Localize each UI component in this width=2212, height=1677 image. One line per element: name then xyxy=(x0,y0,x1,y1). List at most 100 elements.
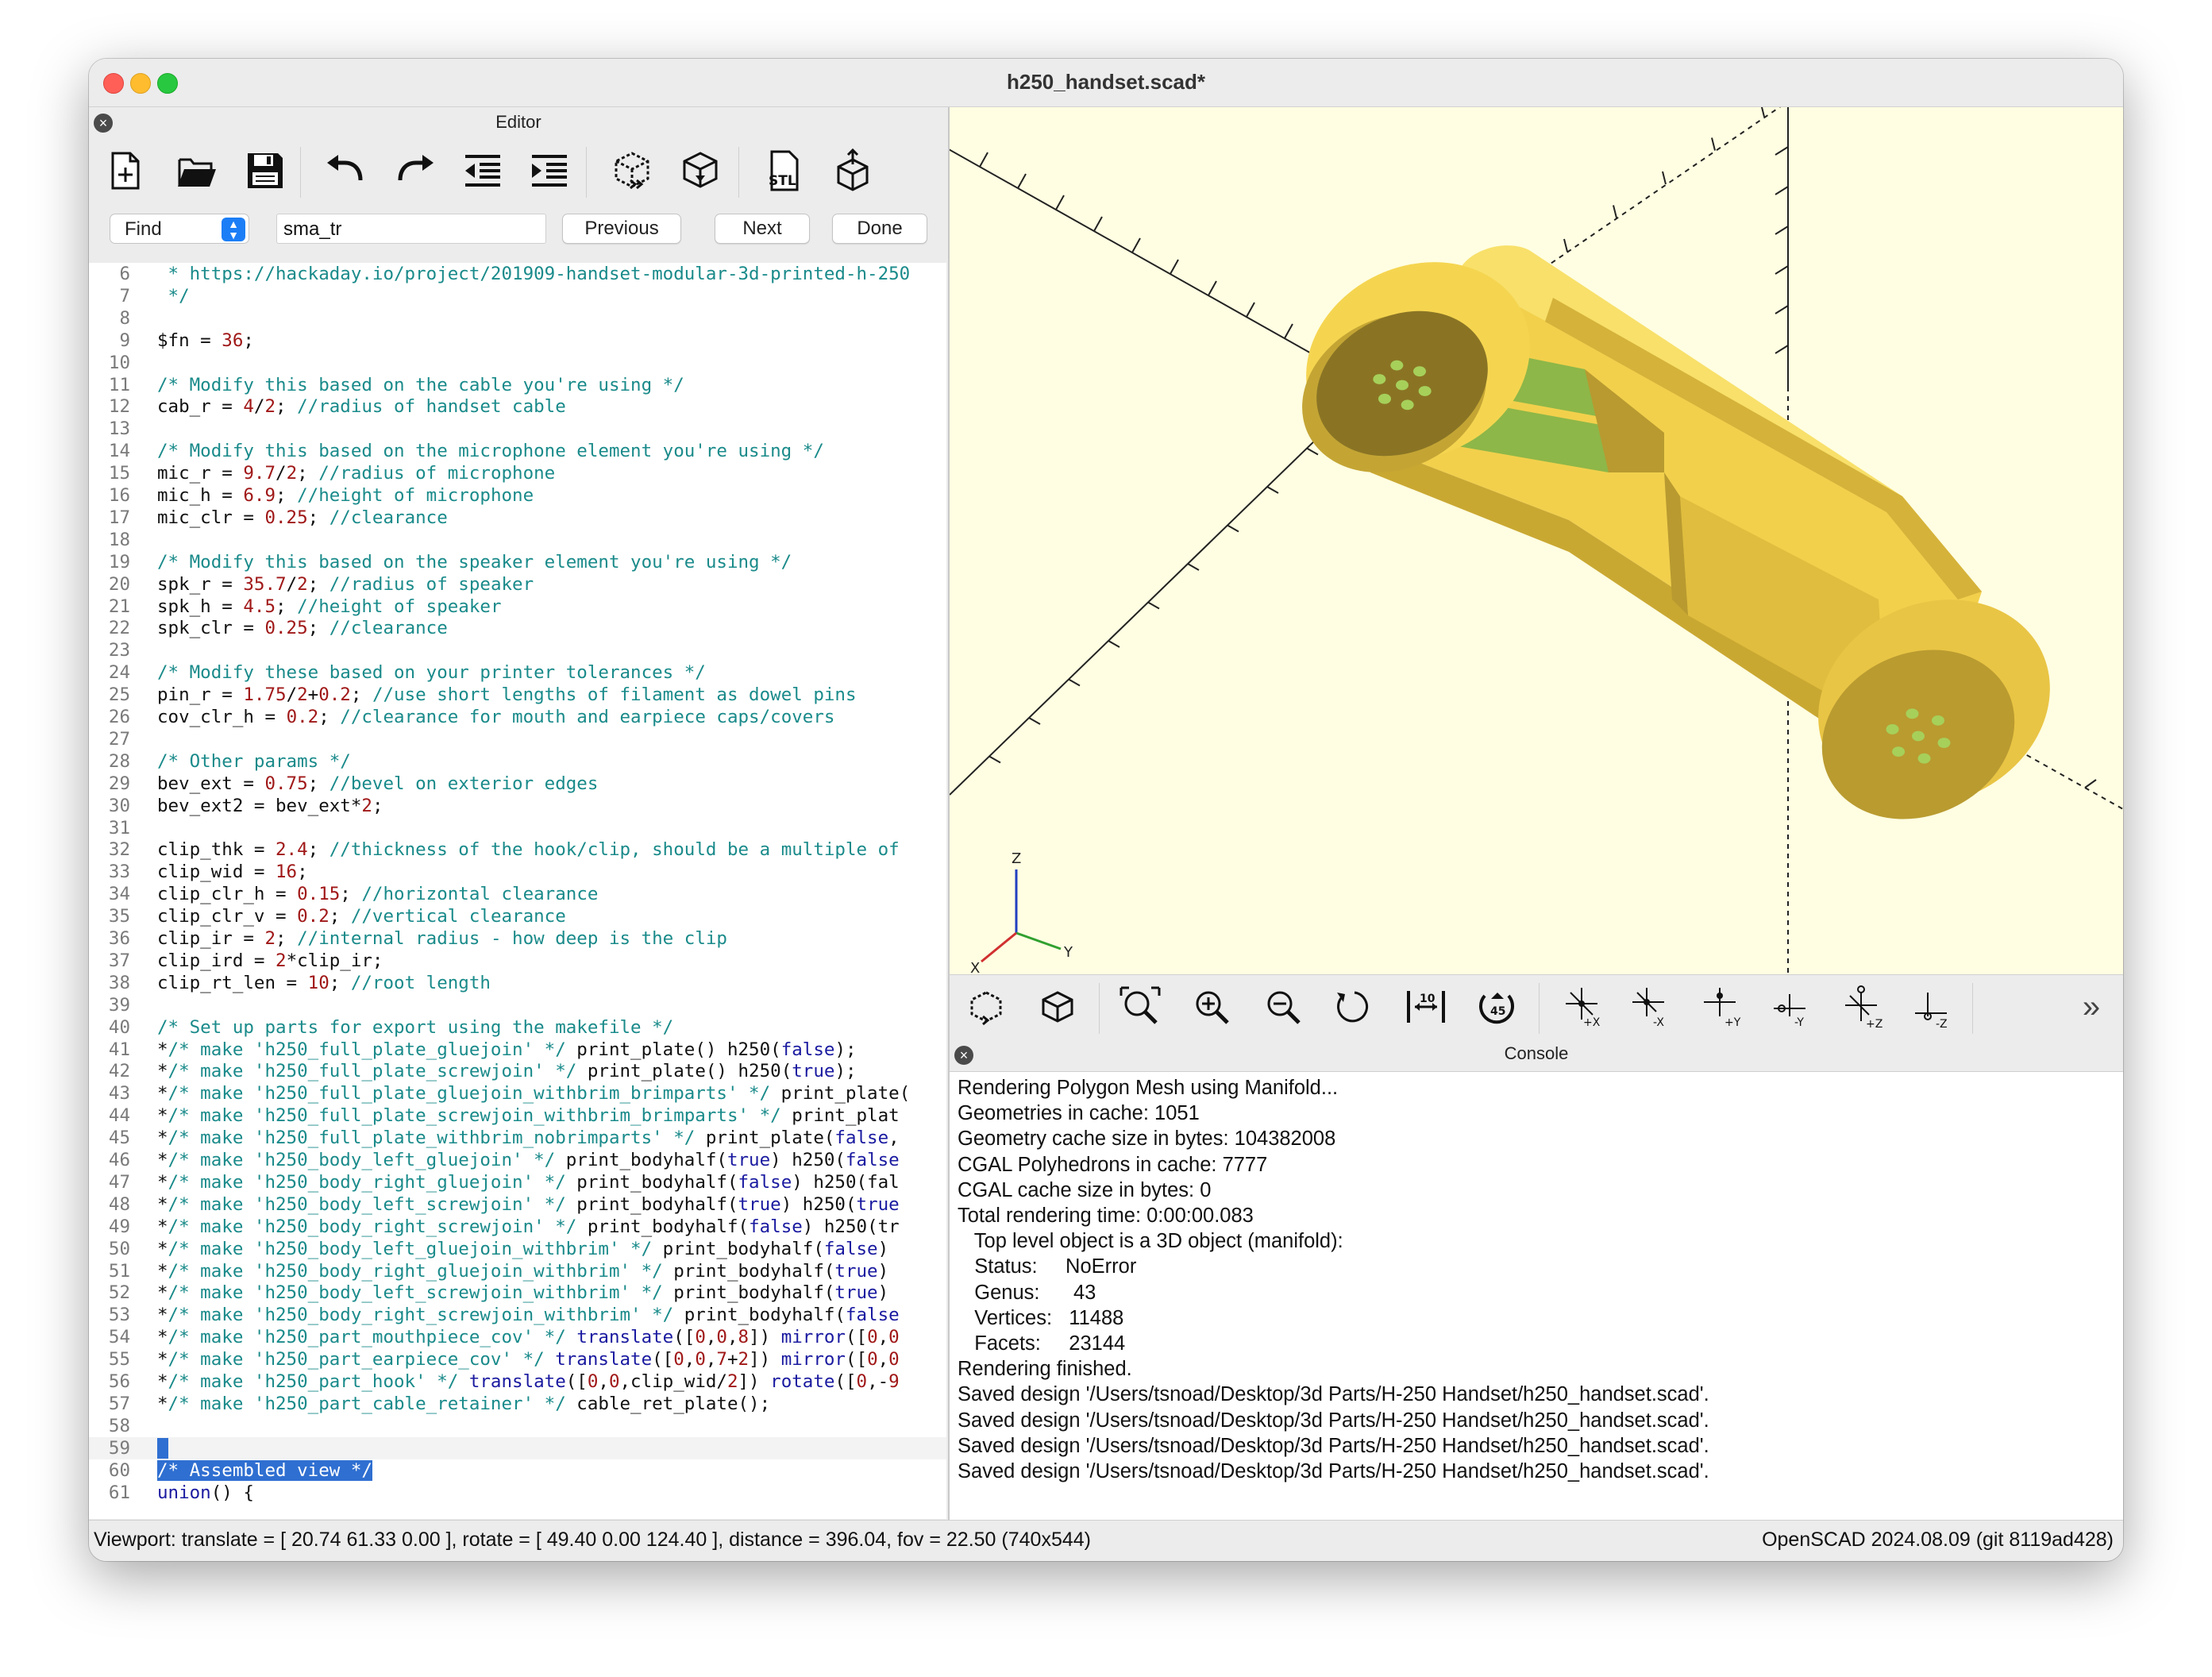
code-line[interactable]: 26 cov_clr_h = 0.2; //clearance for mouth… xyxy=(89,706,946,728)
code-line[interactable]: 43 */* make 'h250_full_plate_gluejoin_wit… xyxy=(89,1082,946,1105)
code-line[interactable]: 57 */* make 'h250_part_cable_retainer' */… xyxy=(89,1393,946,1415)
code-line[interactable]: 17 mic_clr = 0.25; //clearance xyxy=(89,507,946,529)
code-line[interactable]: 39 xyxy=(89,994,946,1016)
code-line[interactable]: 22 spk_clr = 0.25; //clearance xyxy=(89,617,946,639)
code-line[interactable]: 52 */* make 'h250_body_left_screwjoin_wit… xyxy=(89,1282,946,1304)
open-icon[interactable] xyxy=(171,145,222,196)
code-line[interactable]: 48 */* make 'h250_body_left_screwjoin' */… xyxy=(89,1193,946,1216)
line-number: 58 xyxy=(108,1415,130,1436)
code-line[interactable]: 38 clip_rt_len = 10; //root length xyxy=(89,972,946,994)
code-line[interactable]: 12 cab_r = 4/2; //radius of handset cable xyxy=(89,395,946,418)
code-line[interactable]: 37 clip_ird = 2*clip_ir; xyxy=(89,950,946,972)
line-number: 44 xyxy=(108,1105,130,1127)
code-line[interactable]: 19 /* Modify this based on the speaker el… xyxy=(89,551,946,573)
line-number: 35 xyxy=(108,906,130,927)
code-line[interactable]: 29 bev_ext = 0.75; //bevel on exterior ed… xyxy=(89,773,946,795)
code-line[interactable]: 41 */* make 'h250_full_plate_gluejoin' */… xyxy=(89,1039,946,1061)
render-icon[interactable] xyxy=(1032,981,1083,1032)
code-line[interactable]: 13 xyxy=(89,418,946,440)
code-line[interactable]: 8 xyxy=(89,307,946,330)
find-mode-select[interactable]: Find ▲ ▼ xyxy=(110,214,249,244)
code-line[interactable]: 11 /* Modify this based on the cable you'… xyxy=(89,374,946,396)
code-editor[interactable]: 6 * https://hackaday.io/project/201909-h… xyxy=(89,263,946,1519)
line-number: 24 xyxy=(108,662,130,684)
code-line[interactable]: 31 xyxy=(89,817,946,839)
code-line[interactable]: 14 /* Modify this based on the microphone… xyxy=(89,440,946,462)
code-line[interactable]: 55 */* make 'h250_part_earpiece_cov' */ t… xyxy=(89,1348,946,1371)
undo-icon[interactable] xyxy=(321,145,372,196)
zoom-in-icon[interactable] xyxy=(1186,981,1237,1032)
code-line[interactable]: 6 * https://hackaday.io/project/201909-h… xyxy=(89,263,946,285)
code-line[interactable]: 53 */* make 'h250_body_right_screwjoin_wi… xyxy=(89,1304,946,1326)
code-line[interactable]: 27 xyxy=(89,728,946,750)
perspective-icon[interactable]: 10 xyxy=(1401,981,1451,1032)
view-bottom-icon[interactable]: -Z xyxy=(1909,981,1960,1032)
redo-icon[interactable] xyxy=(389,145,440,196)
view-left-icon[interactable]: -X xyxy=(1626,981,1677,1032)
code-line[interactable]: 24 /* Modify these based on your printer … xyxy=(89,661,946,684)
orthogonal-icon[interactable]: 45 xyxy=(1472,981,1523,1032)
code-line[interactable]: 60 /* Assembled view */ xyxy=(89,1459,946,1482)
code-text: */* make 'h250_body_left_screwjoin_withb… xyxy=(157,1282,889,1304)
code-line[interactable]: 59 xyxy=(89,1436,946,1459)
code-line[interactable]: 35 clip_clr_v = 0.2; //vertical clearance xyxy=(89,905,946,927)
code-line[interactable]: 42 */* make 'h250_full_plate_screwjoin' *… xyxy=(89,1060,946,1082)
code-line[interactable]: 54 */* make 'h250_part_mouthpiece_cov' */… xyxy=(89,1326,946,1348)
code-line[interactable]: 20 spk_r = 35.7/2; //radius of speaker xyxy=(89,573,946,596)
code-line[interactable]: 33 clip_wid = 16; xyxy=(89,861,946,883)
code-line[interactable]: 47 */* make 'h250_body_right_gluejoin' */… xyxy=(89,1171,946,1193)
console-output[interactable]: Rendering Polygon Mesh using Manifold...… xyxy=(950,1071,2123,1521)
code-line[interactable]: 7 */ xyxy=(89,285,946,307)
code-line[interactable]: 34 clip_clr_h = 0.15; //horizontal cleara… xyxy=(89,883,946,905)
new-icon[interactable] xyxy=(100,145,151,196)
export-stl-icon[interactable]: STL xyxy=(757,145,808,196)
unindent-icon[interactable] xyxy=(457,145,508,196)
view-right-icon[interactable]: +X xyxy=(1556,981,1607,1032)
code-line[interactable]: 50 */* make 'h250_body_left_gluejoin_with… xyxy=(89,1238,946,1260)
code-line[interactable]: 56 */* make 'h250_part_hook' */ translate… xyxy=(89,1371,946,1393)
version-label: OpenSCAD 2024.08.09 (git 8119ad428) xyxy=(1762,1529,2114,1551)
indent-icon[interactable] xyxy=(524,145,575,196)
find-mode-label: Find xyxy=(125,218,162,240)
code-line[interactable]: 25 pin_r = 1.75/2+0.2; //use short length… xyxy=(89,684,946,706)
find-next-button[interactable]: Next xyxy=(715,214,810,244)
code-line[interactable]: 10 xyxy=(89,352,946,374)
preview-icon[interactable] xyxy=(961,981,1012,1032)
reset-view-icon[interactable] xyxy=(1329,981,1380,1032)
svg-text:-Z: -Z xyxy=(1936,1018,1948,1029)
code-line[interactable]: 45 */* make 'h250_full_plate_withbrim_nob… xyxy=(89,1127,946,1149)
view-all-icon[interactable] xyxy=(1115,981,1166,1032)
find-previous-button[interactable]: Previous xyxy=(562,214,681,244)
code-line[interactable]: 58 xyxy=(89,1415,946,1437)
more-icon[interactable]: » xyxy=(2066,981,2117,1032)
code-line[interactable]: 61 union() { xyxy=(89,1482,946,1504)
code-line[interactable]: 30 bev_ext2 = bev_ext*2; xyxy=(89,795,946,817)
code-line[interactable]: 36 clip_ir = 2; //internal radius - how d… xyxy=(89,927,946,950)
code-line[interactable]: 15 mic_r = 9.7/2; //radius of microphone xyxy=(89,462,946,484)
zoom-out-icon[interactable] xyxy=(1258,981,1308,1032)
code-line[interactable]: 21 spk_h = 4.5; //height of speaker xyxy=(89,596,946,618)
view-front-icon[interactable]: -Y xyxy=(1767,981,1818,1032)
code-text xyxy=(157,1437,168,1459)
toolbar-separator xyxy=(738,147,739,198)
code-line[interactable]: 16 mic_h = 6.9; //height of microphone xyxy=(89,484,946,507)
code-line[interactable]: 9 $fn = 36; xyxy=(89,330,946,352)
view-top-icon[interactable]: +Z xyxy=(1839,981,1890,1032)
code-line[interactable]: 23 xyxy=(89,639,946,661)
code-line[interactable]: 28 /* Other params */ xyxy=(89,750,946,773)
preview-icon[interactable] xyxy=(607,145,657,196)
code-line[interactable]: 49 */* make 'h250_body_right_screwjoin' *… xyxy=(89,1216,946,1238)
code-line[interactable]: 40 /* Set up parts for export using the m… xyxy=(89,1016,946,1039)
code-line[interactable]: 46 */* make 'h250_body_left_gluejoin' */ … xyxy=(89,1149,946,1171)
save-icon[interactable] xyxy=(240,145,291,196)
render-icon[interactable] xyxy=(675,145,726,196)
code-line[interactable]: 32 clip_thk = 2.4; //thickness of the hoo… xyxy=(89,838,946,861)
code-line[interactable]: 18 xyxy=(89,529,946,551)
find-done-button[interactable]: Done xyxy=(832,214,927,244)
view-back-icon[interactable]: +Y xyxy=(1698,981,1748,1032)
send-to-printer-icon[interactable] xyxy=(827,145,878,196)
3d-viewport[interactable]: Z Y X xyxy=(950,107,2123,974)
code-line[interactable]: 51 */* make 'h250_body_right_gluejoin_wit… xyxy=(89,1260,946,1282)
find-input[interactable]: sma_tr xyxy=(276,214,546,244)
code-line[interactable]: 44 */* make 'h250_full_plate_screwjoin_wi… xyxy=(89,1105,946,1127)
